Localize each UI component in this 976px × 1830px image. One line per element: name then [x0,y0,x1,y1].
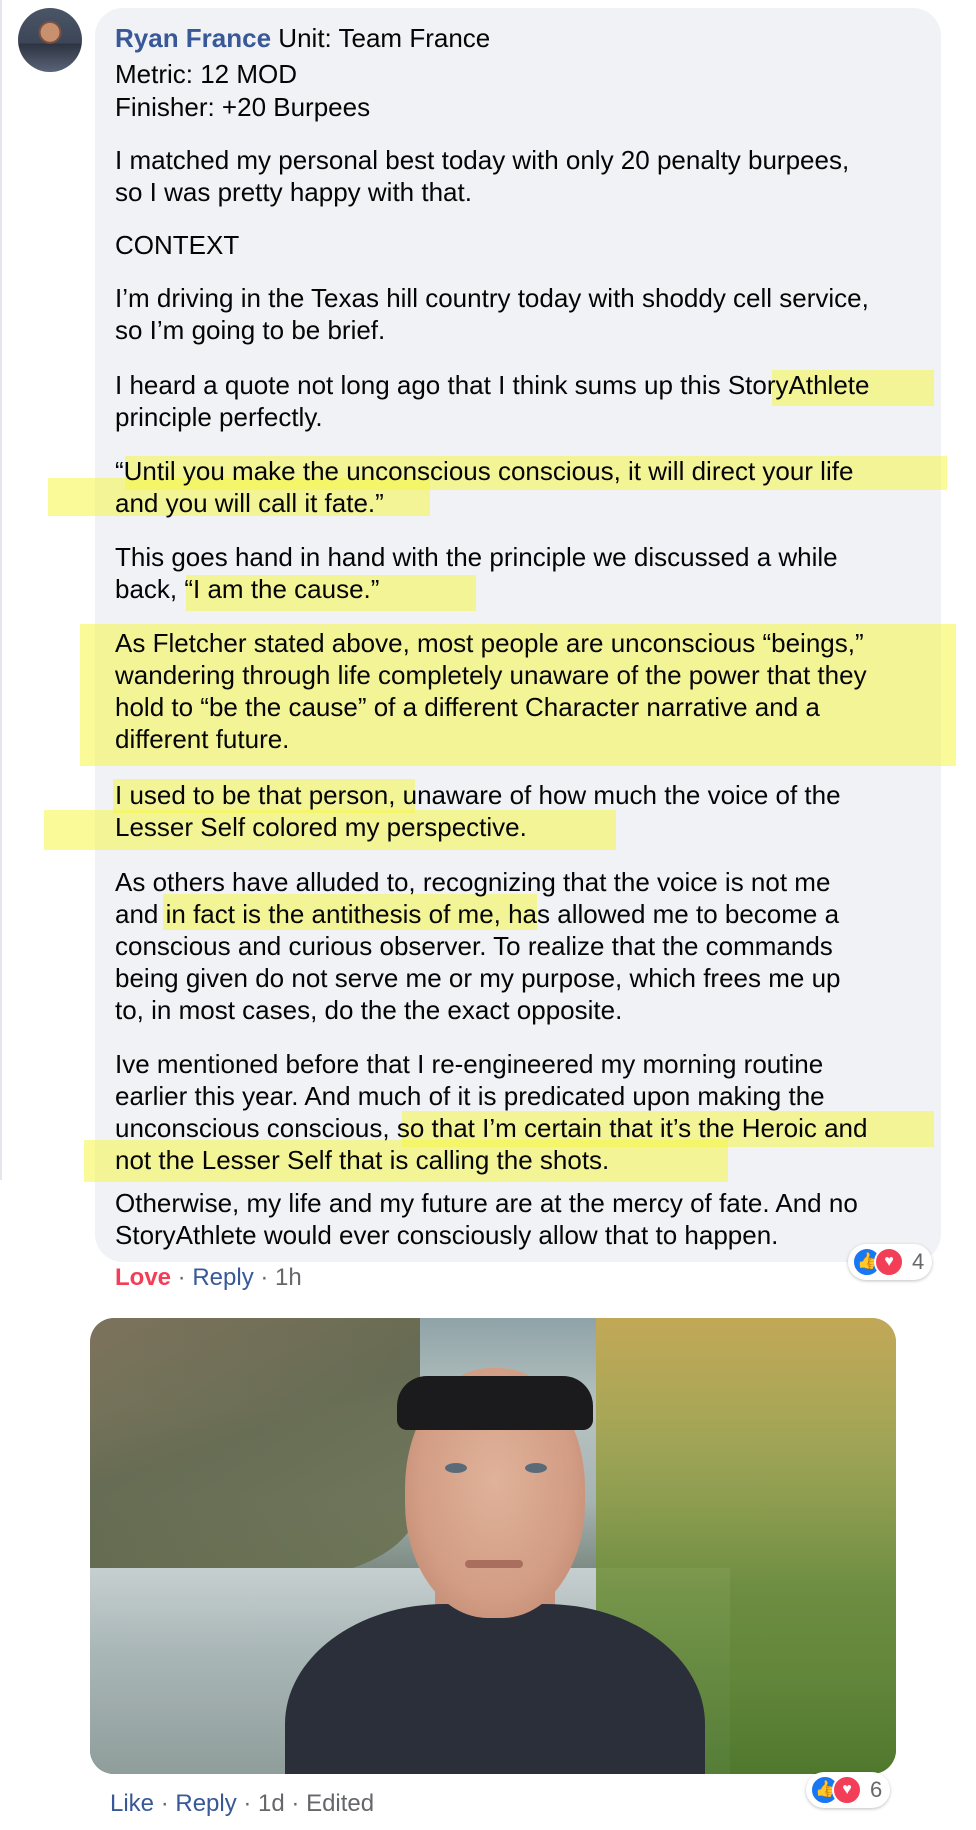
author-unit: Unit: Team France [271,23,491,53]
metric-line: Metric: 12 MOD [115,59,298,89]
paragraph: As Fletcher stated above, most people ar… [115,628,867,754]
video-person-eye [525,1463,547,1473]
video-person-headband [397,1376,593,1430]
reply-link[interactable]: Reply [192,1264,253,1291]
author-avatar[interactable] [18,8,82,72]
reaction-count: 4 [912,1249,925,1274]
paragraph: CONTEXT [115,230,240,260]
video-person-hoodie [285,1604,705,1774]
reaction-summary[interactable]: 👍 ♥ 4 [848,1244,933,1280]
separator: · [154,1790,176,1817]
paragraph: I matched my personal best today with on… [115,145,850,207]
timestamp-link[interactable]: 1d [258,1790,285,1817]
separator: · [236,1790,259,1817]
love-reaction-icon: ♥ [832,1775,862,1805]
love-reaction-icon: ♥ [874,1247,904,1277]
video-person [285,1328,705,1774]
quote-paragraph: “Until you make the unconscious consciou… [115,456,854,518]
video-thumbnail[interactable] [90,1318,896,1774]
finisher-line: Finisher: +20 Burpees [115,92,371,122]
video-person-eye [445,1463,467,1473]
reaction-count: 6 [870,1777,883,1802]
like-link[interactable]: Like [110,1790,154,1817]
separator: · [171,1264,193,1291]
paragraph: Otherwise, my life and my future are at … [115,1188,858,1250]
author-name-link[interactable]: Ryan France [115,23,271,53]
paragraph: This goes hand in hand with the principl… [115,542,838,604]
timestamp-link[interactable]: 1h [275,1264,302,1291]
love-reaction-link[interactable]: Love [115,1264,171,1291]
thread-rule [0,0,2,1180]
paragraph: Ive mentioned before that I re-engineere… [115,1049,868,1175]
comment-actions: Love · Reply · 1h [115,1264,302,1292]
video-person-mouth [465,1560,523,1568]
paragraph: As others have alluded to, recognizing t… [115,867,841,1025]
comment-actions: Like · Reply · 1d · Edited [110,1790,374,1818]
paragraph: I’m driving in the Texas hill country to… [115,283,869,345]
reaction-summary[interactable]: 👍 ♥ 6 [806,1772,891,1808]
paragraph: I used to be that person, unaware of how… [115,780,841,842]
comment-header: Ryan France Unit: Team France [115,22,930,54]
separator: · [253,1264,276,1291]
reply-link[interactable]: Reply [175,1790,236,1817]
paragraph: I heard a quote not long ago that I thin… [115,370,870,432]
separator: · [284,1790,307,1817]
edited-label[interactable]: Edited [306,1790,374,1817]
